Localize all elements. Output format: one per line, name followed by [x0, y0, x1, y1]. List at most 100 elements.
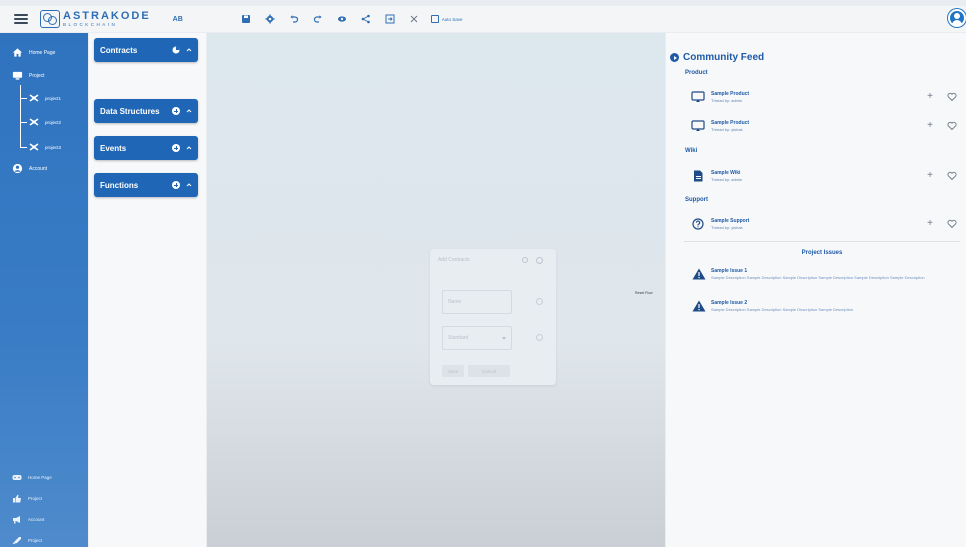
item-name: Sample Product — [711, 120, 750, 126]
sidebar-item-project2[interactable]: project2 — [28, 117, 61, 127]
top-bar: ASTRAKODE BLOCKCHAIN AB Auto Save — [0, 6, 966, 32]
menu-icon[interactable] — [14, 14, 28, 24]
close-icon[interactable] — [405, 10, 423, 28]
logo-name: ASTRAKODE — [63, 9, 151, 22]
issue-name: Sample Issue 2 — [711, 300, 748, 306]
functions-header[interactable]: Functions — [94, 173, 198, 197]
undo-icon[interactable] — [285, 10, 303, 28]
tree-connector — [20, 98, 27, 99]
chevron-up-icon[interactable] — [186, 47, 192, 53]
contracts-header[interactable]: Contracts — [94, 38, 198, 62]
issue-item-1[interactable]: Sample Issue 1 Sample Description Sample… — [692, 268, 954, 280]
logo[interactable]: ASTRAKODE BLOCKCHAIN — [40, 10, 151, 28]
bottom-nav-account[interactable]: Account — [12, 515, 44, 524]
play-circle-icon[interactable] — [670, 53, 679, 62]
item-author: Thread by: yishak — [711, 127, 743, 132]
item-name: Sample Support — [711, 218, 750, 224]
export-icon[interactable] — [381, 10, 399, 28]
monitor-icon — [691, 120, 705, 131]
logo-icon — [40, 10, 60, 28]
bottom-nav-label: Account — [28, 517, 45, 522]
chevron-up-icon[interactable] — [186, 108, 192, 114]
bottom-nav-label: Project — [28, 496, 43, 501]
issue-name: Sample Issue 1 — [711, 268, 748, 274]
item-author: Thread by: admin — [711, 98, 743, 103]
flow-canvas[interactable]: Add Contracts Name Standard Save Cancel … — [207, 33, 665, 547]
functions-label: Functions — [100, 180, 139, 190]
add-icon[interactable] — [172, 144, 180, 152]
help-icon[interactable] — [536, 257, 543, 264]
bottom-nav-label: Home Page — [28, 475, 52, 480]
share-icon[interactable] — [357, 10, 375, 28]
save-icon[interactable] — [237, 10, 255, 28]
add-icon[interactable] — [172, 107, 180, 115]
chevron-up-icon[interactable] — [186, 182, 192, 188]
issue-item-2[interactable]: Sample Issue 2 Sample Description Sample… — [692, 300, 954, 312]
plus-icon[interactable]: + — [925, 121, 935, 131]
info-icon[interactable] — [536, 334, 543, 341]
auto-save-label: Auto Save — [441, 16, 463, 22]
add-contracts-dialog: Add Contracts Name Standard Save Cancel — [430, 249, 556, 385]
feed-item-wiki-1[interactable]: Sample Wiki Thread by: admin + — [691, 167, 957, 185]
heart-icon[interactable] — [947, 92, 957, 102]
save-button[interactable]: Save — [442, 365, 464, 377]
divider — [684, 241, 960, 242]
redo-icon[interactable] — [309, 10, 327, 28]
info-icon[interactable] — [536, 298, 543, 305]
warning-icon — [692, 268, 706, 280]
sidebar-item-label: Home Page — [29, 49, 56, 56]
document-icon — [694, 170, 703, 182]
community-feed-panel: Community Feed Product Sample Product Th… — [666, 33, 966, 547]
events-header[interactable]: Events — [94, 136, 198, 160]
tree-connector — [20, 147, 27, 148]
sidebar-item-home[interactable]: Home Page — [12, 47, 55, 58]
feed-item-product-1[interactable]: Sample Product Thread by: admin + — [691, 88, 957, 106]
sidebar-item-account[interactable]: Account — [12, 163, 47, 174]
user-avatar[interactable] — [948, 9, 966, 27]
satellite-icon — [29, 143, 39, 151]
heart-icon[interactable] — [947, 219, 957, 229]
standard-select[interactable]: Standard — [442, 326, 512, 350]
preview-eye-icon[interactable] — [333, 10, 351, 28]
sidebar-item-project1[interactable]: project1 — [28, 93, 61, 103]
account-icon — [12, 163, 23, 174]
add-icon[interactable] — [172, 181, 180, 189]
rocket-icon — [12, 537, 21, 545]
component-panel: Contracts myContract1 Data Structures Ev… — [89, 33, 206, 547]
cancel-button[interactable]: Cancel — [468, 365, 510, 377]
auto-save-toggle[interactable]: Auto Save — [430, 15, 463, 23]
tree-connector — [20, 122, 27, 123]
plus-icon[interactable]: + — [925, 171, 935, 181]
sidebar-item-label: Project — [29, 72, 45, 79]
left-sidebar: Home Page Project project1 project2 proj… — [0, 33, 88, 547]
checkbox-icon[interactable] — [430, 15, 439, 23]
sidebar-item-label: project3 — [45, 144, 62, 150]
help-circle-icon — [692, 218, 704, 230]
data-structures-header[interactable]: Data Structures — [94, 99, 198, 123]
bottom-nav-project-2[interactable]: Project — [12, 536, 42, 545]
name-field[interactable]: Name — [442, 290, 512, 314]
item-name: Sample Wiki — [711, 170, 741, 176]
sidebar-item-label: Account — [29, 165, 48, 172]
plus-icon[interactable]: + — [925, 219, 935, 229]
feed-header: Community Feed — [670, 52, 764, 63]
gear-icon[interactable] — [522, 257, 528, 263]
bottom-nav-project[interactable]: Project — [12, 494, 42, 503]
settings-icon[interactable] — [261, 10, 279, 28]
feed-item-support-1[interactable]: Sample Support Thread by: yishak + — [691, 215, 957, 233]
sidebar-item-project[interactable]: Project — [12, 70, 45, 81]
heart-icon[interactable] — [947, 121, 957, 131]
project-code: AB — [172, 15, 183, 23]
feed-item-product-2[interactable]: Sample Product Thread by: yishak + — [691, 117, 957, 135]
plus-icon[interactable]: + — [925, 92, 935, 102]
pie-chart-icon[interactable] — [172, 46, 180, 54]
sidebar-item-project3[interactable]: project3 — [28, 142, 61, 152]
heart-icon[interactable] — [947, 171, 957, 181]
bottom-nav-home[interactable]: Home Page — [12, 473, 52, 482]
gamepad-icon — [12, 475, 22, 480]
reset-flow-button[interactable]: Reset Flow — [635, 291, 653, 295]
caret-down-icon — [502, 336, 506, 340]
issue-description: Sample Description Sample Description Sa… — [711, 307, 854, 312]
sidebar-item-label: project2 — [45, 119, 62, 125]
chevron-up-icon[interactable] — [186, 145, 192, 151]
